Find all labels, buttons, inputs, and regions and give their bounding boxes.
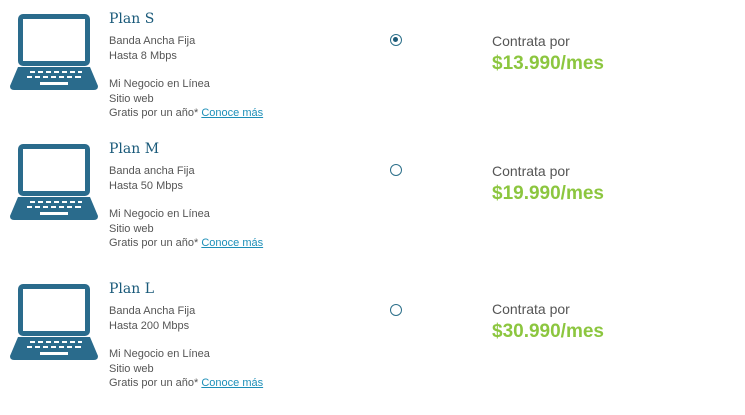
plan-l-extra: Mi Negocio en Línea — [109, 348, 210, 360]
plan-s-name: Plan S — [109, 11, 155, 27]
plan-s-row: Plan S Banda Ancha Fija Hasta 8 Mbps Mi … — [0, 0, 745, 130]
plan-m-learn-more-link[interactable]: Conoce más — [201, 237, 263, 249]
plan-m-row: Plan M Banda ancha Fija Hasta 50 Mbps Mi… — [0, 130, 745, 260]
plan-l-learn-more-link[interactable]: Conoce más — [201, 377, 263, 389]
plan-l-site: Sitio web — [109, 362, 154, 375]
plan-m-info: Plan M Banda ancha Fija Hasta 50 Mbps Mi… — [109, 140, 263, 251]
plan-l-free: Gratis por un año* Conoce más — [109, 376, 263, 391]
plan-s-site: Sitio web — [109, 92, 154, 105]
plan-m-speed: Hasta 50 Mbps — [109, 179, 183, 192]
plan-l-free-text: Gratis por un año* — [109, 377, 199, 389]
plan-m-radio[interactable] — [390, 164, 402, 176]
laptop-icon — [10, 14, 98, 90]
plan-s-free-text: Gratis por un año* — [109, 107, 199, 119]
plan-l-radio[interactable] — [390, 304, 402, 316]
plan-l-price-label: Contrata por — [492, 301, 570, 317]
plan-m-name: Plan M — [109, 141, 160, 157]
plan-m-price-label: Contrata por — [492, 163, 570, 179]
plan-s-price-block: Contrata por $13.990/mes — [492, 32, 604, 76]
plan-l-price: $30.990/mes — [492, 321, 604, 342]
plan-s-service: Banda Ancha Fija — [109, 35, 196, 47]
plan-m-free: Gratis por un año* Conoce más — [109, 236, 263, 251]
plan-s-speed: Hasta 8 Mbps — [109, 49, 177, 62]
plan-s-price: $13.990/mes — [492, 53, 604, 74]
plan-s-free: Gratis por un año* Conoce más — [109, 106, 263, 121]
plan-s-learn-more-link[interactable]: Conoce más — [201, 107, 263, 119]
plan-s-price-label: Contrata por — [492, 33, 570, 49]
plan-m-site: Sitio web — [109, 222, 154, 235]
plan-s-extra: Mi Negocio en Línea — [109, 78, 210, 90]
plan-l-row: Plan L Banda Ancha Fija Hasta 200 Mbps M… — [0, 270, 745, 400]
plan-l-name: Plan L — [109, 281, 155, 297]
plan-l-speed: Hasta 200 Mbps — [109, 319, 190, 332]
plan-l-price-block: Contrata por $30.990/mes — [492, 300, 604, 344]
laptop-icon — [10, 144, 98, 220]
plan-m-extra: Mi Negocio en Línea — [109, 208, 210, 220]
plan-m-price: $19.990/mes — [492, 183, 604, 204]
plan-m-free-text: Gratis por un año* — [109, 237, 199, 249]
plan-m-service: Banda ancha Fija — [109, 165, 195, 177]
plan-m-price-block: Contrata por $19.990/mes — [492, 162, 604, 206]
laptop-icon — [10, 284, 98, 360]
plan-s-info: Plan S Banda Ancha Fija Hasta 8 Mbps Mi … — [109, 10, 263, 121]
plan-s-radio[interactable] — [390, 34, 402, 46]
plan-l-service: Banda Ancha Fija — [109, 305, 196, 317]
plan-l-info: Plan L Banda Ancha Fija Hasta 200 Mbps M… — [109, 280, 263, 391]
